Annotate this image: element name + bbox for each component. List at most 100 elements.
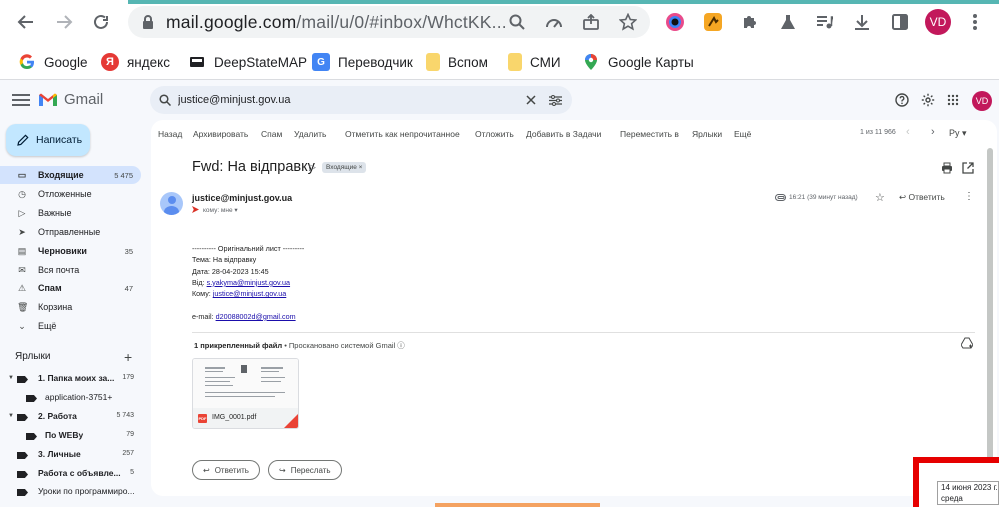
delete-button[interactable]: Удалить [294, 129, 326, 139]
from-email-link[interactable]: s.yakyma@minjust.gov.ua [207, 278, 290, 287]
email-subject: Fwd: На відправку [192, 159, 315, 175]
star-icon[interactable]: ☆ [875, 191, 885, 204]
prev-message-icon[interactable]: ‹ [906, 126, 910, 138]
mail-search-bar[interactable] [150, 86, 572, 114]
spam-button[interactable]: Спам [261, 129, 282, 139]
back-button[interactable] [12, 8, 40, 36]
settings-gear-icon[interactable] [919, 91, 937, 109]
clear-search-icon[interactable] [522, 91, 540, 109]
address-bar[interactable]: mail.google.com/mail/u/0/#inbox/WhctKK..… [128, 6, 650, 38]
label-item[interactable]: ▼ 2. Работа 5 743 [0, 408, 141, 426]
more-vert-icon[interactable]: ⋮ [964, 191, 974, 202]
input-tools-button[interactable]: Ру ▾ [949, 128, 967, 139]
puzzle-extensions-icon[interactable] [738, 10, 762, 34]
next-message-icon[interactable]: › [931, 126, 935, 138]
reply-button-label: Ответить [214, 465, 249, 475]
label-item[interactable]: Работа с объявле... 5 [0, 465, 141, 483]
account-avatar[interactable]: VD [972, 91, 992, 111]
bookmark-deepstatemap[interactable]: DeepStateMAP [188, 51, 307, 73]
sidebar-item[interactable]: ◷ Отложенные [0, 185, 141, 203]
reload-button[interactable] [87, 8, 115, 36]
add-to-tasks-button[interactable]: Добавить в Задачи [526, 129, 601, 139]
expand-triangle-icon[interactable]: ▼ [8, 413, 14, 419]
gmail-logo[interactable]: Gmail [38, 91, 103, 108]
sidebar-item[interactable]: ⚠ Спам 47 [0, 279, 141, 297]
help-icon[interactable] [893, 91, 911, 109]
main-menu-icon[interactable] [12, 91, 30, 109]
search-input[interactable] [178, 90, 478, 110]
label-item[interactable]: 3. Личные 257 [0, 446, 141, 464]
reply-button[interactable]: ↩ Ответить [192, 460, 260, 480]
more-button[interactable]: Ещё [734, 129, 751, 139]
bookmark-google-maps[interactable]: Google Карты [582, 51, 694, 73]
add-label-icon[interactable]: + [124, 349, 132, 365]
bookmark-label: Вспом [448, 54, 488, 70]
sidebar-item[interactable]: ✉ Вся почта [0, 261, 141, 279]
label-item[interactable]: ▼ 1. Папка моих за... 179 [0, 370, 141, 388]
apps-grid-icon[interactable] [944, 91, 962, 109]
performance-icon[interactable] [542, 10, 566, 34]
google-g-icon [18, 53, 36, 71]
reply-arrow-icon: ↩ [203, 465, 210, 475]
to-email-link[interactable]: justice@minjust.gov.ua [213, 289, 286, 298]
brave-extension-icon[interactable] [701, 10, 725, 34]
mark-unread-button[interactable]: Отметить как непрочитанное [345, 129, 460, 139]
important-icon: ▷ [18, 208, 26, 218]
search-options-icon[interactable] [546, 91, 564, 109]
label-item[interactable]: По WEBу 79 [0, 427, 141, 445]
deepstate-icon [188, 53, 206, 71]
labels-button[interactable]: Ярлыки [692, 129, 722, 139]
search-icon[interactable] [505, 10, 529, 34]
message-scrollbar[interactable] [987, 148, 993, 483]
sender-avatar[interactable] [160, 192, 183, 215]
attachment-card[interactable]: PDF IMG_0001.pdf [192, 358, 299, 429]
recipients-line[interactable]: кому: мне ▾ [192, 206, 238, 214]
important-marker-icon[interactable]: ▷ [309, 162, 316, 173]
scan-status: • Проскановано системой Gmail [282, 341, 396, 350]
profile-avatar[interactable]: VD [925, 9, 951, 35]
archive-button[interactable]: Архивировать [193, 129, 248, 139]
info-icon[interactable]: ⓘ [397, 341, 405, 350]
bookmark-yandex[interactable]: Я яндекс [101, 51, 170, 73]
snooze-button[interactable]: Отложить [475, 129, 514, 139]
media-queue-icon[interactable] [812, 10, 836, 34]
print-icon[interactable] [941, 162, 953, 177]
bookmark-translate[interactable]: G Переводчик [312, 51, 413, 73]
reply-header-button[interactable]: ↩ Ответить [899, 192, 945, 203]
label-item[interactable]: application-3751+ [0, 389, 141, 407]
download-icon[interactable] [850, 10, 874, 34]
search-icon[interactable] [156, 91, 174, 109]
move-to-button[interactable]: Переместить в [620, 129, 679, 139]
taskbar-accent [435, 503, 600, 507]
lock-icon[interactable] [136, 10, 160, 34]
contact-email-link[interactable]: d20088002d@gmail.com [216, 312, 296, 321]
forward-button[interactable] [50, 8, 78, 36]
sidebar-item[interactable]: ⌄ Ещё [0, 317, 141, 335]
side-panel-icon[interactable] [888, 10, 912, 34]
sidebar-item[interactable]: ▤ Черновики 35 [0, 242, 141, 260]
star-bookmark-icon[interactable] [616, 10, 640, 34]
bookmark-label: DeepStateMAP [214, 54, 308, 70]
sender-address[interactable]: justice@minjust.gov.ua [192, 193, 292, 203]
bookmark-folder-smi[interactable]: СМИ [508, 51, 561, 73]
labs-flask-icon[interactable] [776, 10, 800, 34]
sidebar-item-count: 35 [124, 246, 133, 256]
label-item-count: 5 [130, 469, 134, 476]
color-extension-icon[interactable] [663, 10, 687, 34]
expand-triangle-icon[interactable]: ▼ [8, 375, 14, 381]
save-to-drive-icon[interactable] [960, 337, 974, 352]
browser-menu-icon[interactable] [963, 10, 987, 34]
compose-button[interactable]: Написать [6, 124, 90, 156]
bookmark-google[interactable]: Google [18, 51, 88, 73]
label-item[interactable]: Уроки по программиро... [0, 483, 141, 501]
inbox-label-chip[interactable]: Входящие × [322, 162, 367, 173]
sidebar-item[interactable]: ▷ Важные [0, 204, 141, 222]
share-icon[interactable] [579, 10, 603, 34]
bookmark-folder-vspom[interactable]: Вспом [426, 51, 488, 73]
sidebar-item[interactable]: 🗑 Корзина [0, 298, 141, 316]
open-new-window-icon[interactable] [962, 162, 974, 177]
sidebar-item[interactable]: ▭ Входящие 5 475 [0, 166, 141, 184]
sidebar-item[interactable]: ➤ Отправленные [0, 223, 141, 241]
forward-button[interactable]: ↪ Переслать [268, 460, 342, 480]
back-link[interactable]: Назад [158, 129, 182, 139]
